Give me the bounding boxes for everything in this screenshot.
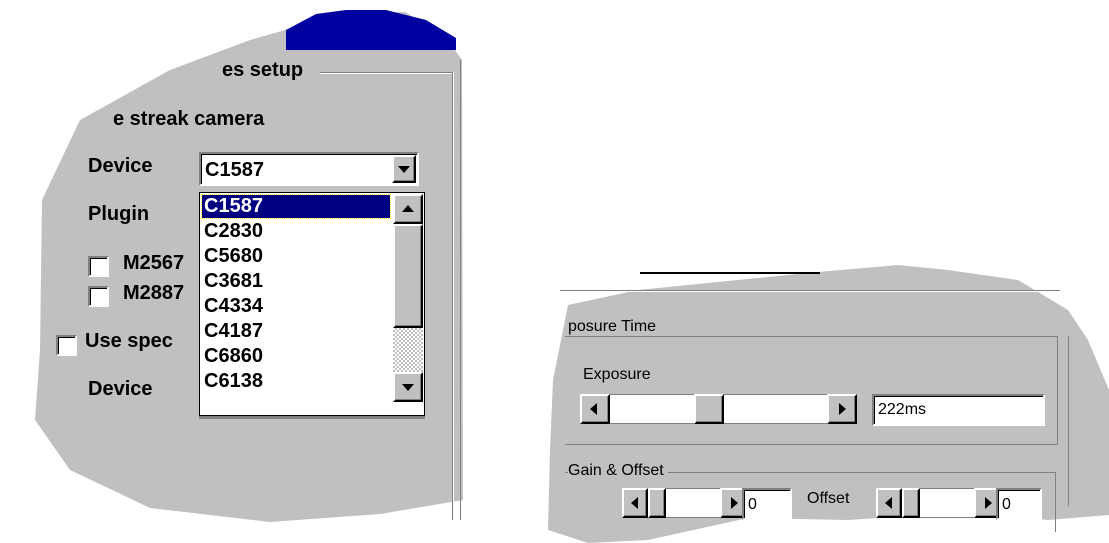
scroll-track[interactable]	[393, 328, 423, 372]
exposure-right-button[interactable]	[827, 394, 857, 424]
arrow-left-icon	[631, 497, 638, 509]
dropdown-item[interactable]: C3681	[202, 270, 390, 293]
dropdown-item[interactable]: C2830	[202, 220, 390, 243]
title-bar-fragment	[286, 10, 456, 50]
offset-label: Offset	[807, 490, 850, 507]
gain-frame-right	[1055, 472, 1056, 532]
chevron-down-icon	[398, 166, 410, 173]
dropdown-item[interactable]: C4334	[202, 295, 390, 318]
dropdown-item[interactable]: C5680	[202, 245, 390, 268]
group-frame-right-highlight	[453, 72, 454, 520]
dropdown-item[interactable]: C1587	[201, 194, 391, 219]
dropdown-scrollbar[interactable]	[393, 194, 423, 402]
device-combobox[interactable]: C1587	[199, 152, 419, 186]
combo-dropdown-button[interactable]	[392, 155, 416, 183]
use-spec-checkbox[interactable]	[56, 335, 77, 356]
arrow-left-icon	[885, 497, 892, 509]
device2-label: Device	[88, 378, 153, 400]
group-title: es setup	[222, 59, 304, 81]
scroll-down-button[interactable]	[393, 372, 423, 402]
scroll-thumb[interactable]	[393, 224, 423, 328]
offset-slider-thumb[interactable]	[902, 488, 920, 518]
m2887-label: M2887	[123, 282, 185, 304]
device-combo-value: C1587	[205, 159, 264, 181]
offset-value: 0	[1002, 496, 1011, 513]
offset-value-field[interactable]: 0	[996, 488, 1042, 520]
chevron-down-icon	[402, 384, 414, 391]
dropdown-item[interactable]: C4187	[202, 320, 390, 343]
arrow-right-icon	[731, 497, 738, 509]
dialog-edge	[460, 60, 461, 520]
exposure-left-button[interactable]	[580, 394, 610, 424]
dropdown-item[interactable]: C6138	[202, 370, 390, 393]
device-dropdown-list[interactable]: C1587 C2830 C5680 C3681 C4334 C4187 C686…	[199, 192, 425, 416]
arrow-right-icon	[985, 497, 992, 509]
exposure-frame-top	[565, 336, 1057, 337]
device-label: Device	[88, 155, 153, 177]
gain-slider-thumb[interactable]	[648, 488, 666, 518]
exposure-group-title: posure Time	[568, 318, 661, 336]
offset-left-button[interactable]	[876, 488, 902, 518]
gain-group-title: Gain & Offset	[568, 462, 668, 480]
exposure-slider-thumb[interactable]	[694, 394, 724, 424]
dropdown-item[interactable]: C6860	[202, 345, 390, 368]
exposure-value: 222ms	[878, 401, 927, 418]
gain-left-button[interactable]	[622, 488, 648, 518]
arrow-right-icon	[839, 403, 846, 415]
exposure-value-field[interactable]: 222ms	[872, 394, 1045, 426]
gain-value: 0	[748, 496, 757, 513]
exposure-frame-right	[1057, 336, 1058, 444]
plugin-label: Plugin	[88, 203, 150, 225]
separator-highlight	[560, 291, 1060, 292]
exposure-frame-bottom	[565, 444, 1058, 445]
m2567-checkbox[interactable]	[88, 256, 109, 277]
gain-value-field[interactable]: 0	[742, 488, 792, 520]
m2887-checkbox[interactable]	[88, 286, 109, 307]
dialog-edge-right	[1068, 336, 1069, 506]
chevron-up-icon	[402, 205, 414, 212]
streak-camera-label: e streak camera	[113, 108, 265, 130]
exposure-label: Exposure	[583, 366, 651, 383]
use-spec-label: Use spec	[85, 330, 173, 352]
arrow-left-icon	[590, 403, 597, 415]
group-frame-top-highlight	[320, 73, 452, 74]
m2567-label: M2567	[123, 252, 185, 274]
scroll-up-button[interactable]	[393, 194, 423, 224]
slider-line-fragment	[640, 272, 820, 274]
combo-underlying-edge	[199, 416, 425, 419]
